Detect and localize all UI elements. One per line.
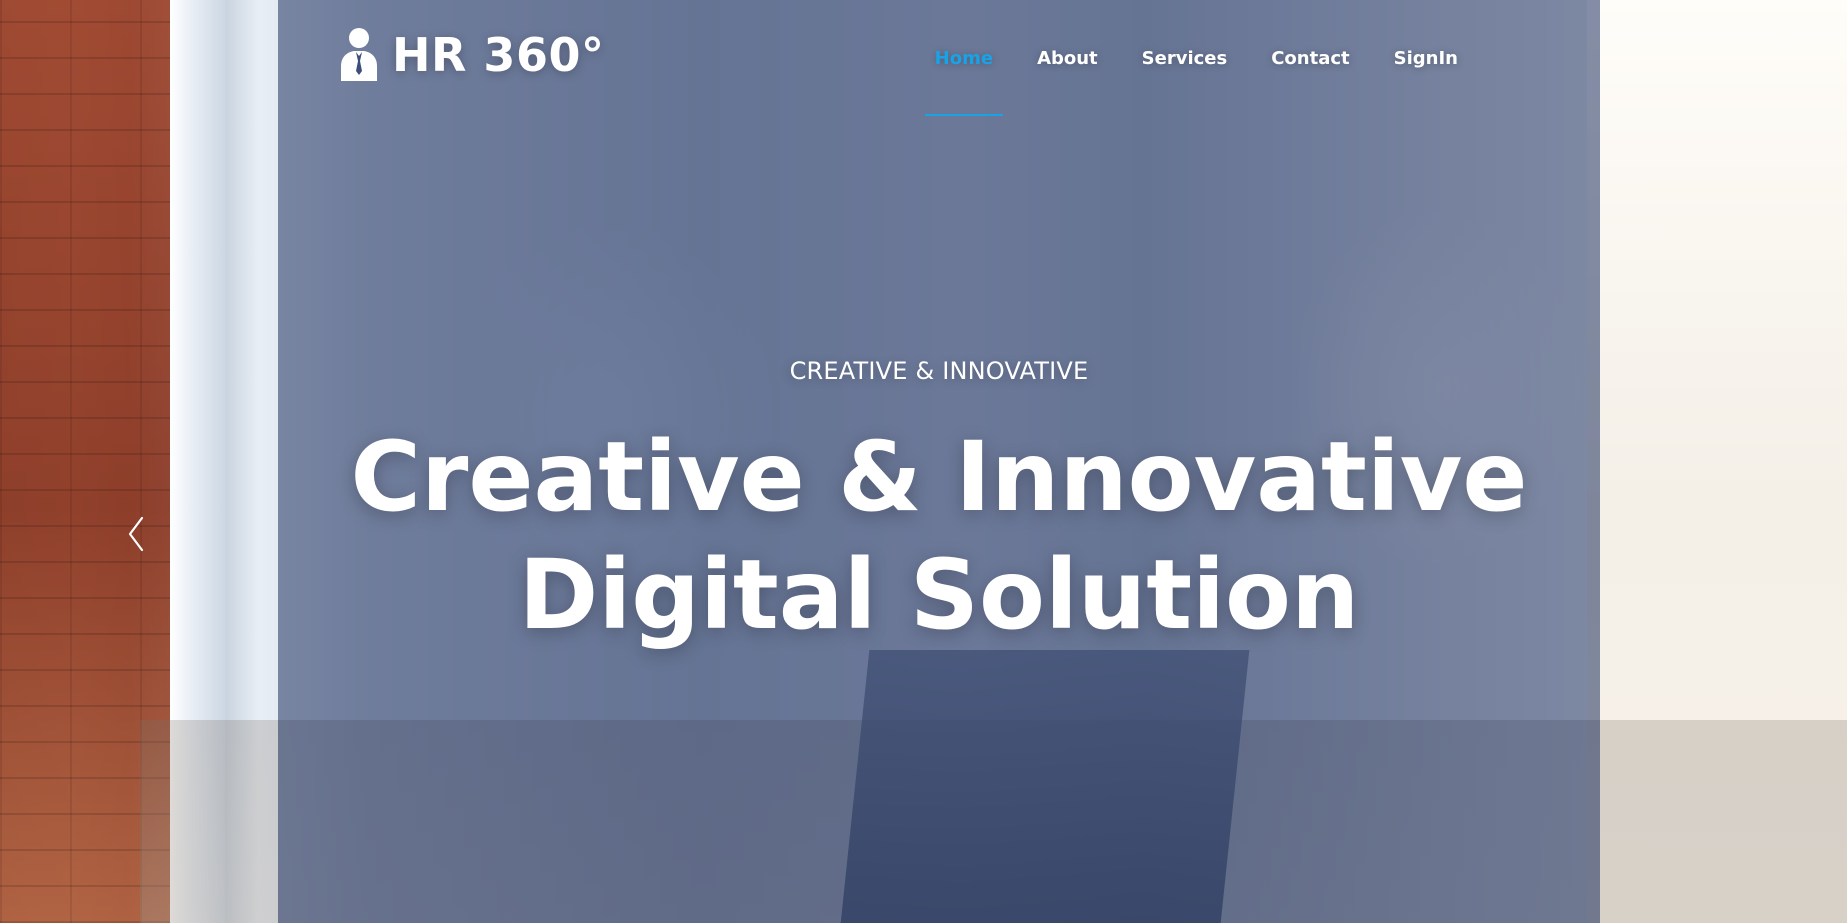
hero-headline: Creative & Innovative Digital Solution: [278, 418, 1600, 654]
hero-eyebrow: CREATIVE & INNOVATIVE: [789, 357, 1089, 385]
hero-headline-line-1: Creative & Innovative: [350, 421, 1528, 533]
chevron-left-icon: [128, 516, 144, 552]
carousel-prev-button[interactable]: [122, 512, 150, 556]
hero-headline-line-2: Digital Solution: [518, 539, 1360, 651]
hero-section: CREATIVE & INNOVATIVE Creative & Innovat…: [278, 0, 1600, 923]
